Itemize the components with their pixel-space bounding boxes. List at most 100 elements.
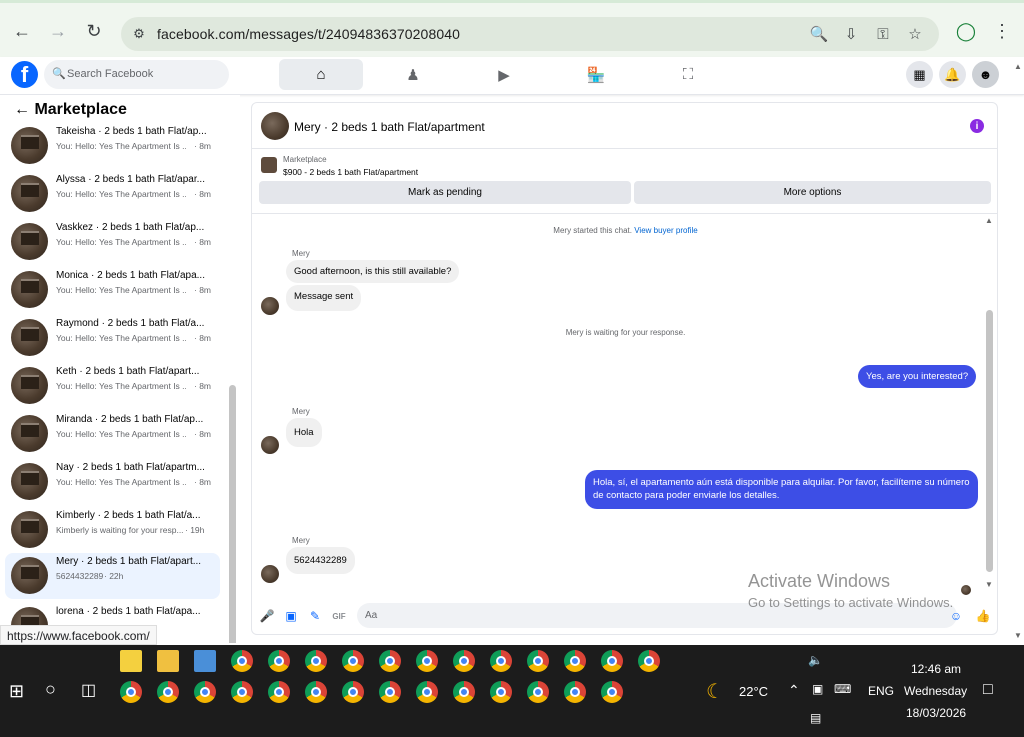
message-bubble[interactable]: 5624432289 bbox=[286, 547, 355, 574]
volume-icon[interactable]: 🔈 bbox=[808, 653, 823, 667]
chrome-icon[interactable] bbox=[490, 650, 512, 672]
chrome-icon[interactable] bbox=[490, 681, 512, 703]
list-item[interactable]: Raymond · 2 beds 1 bath Flat/a... You: He… bbox=[5, 315, 220, 361]
zoom-icon[interactable]: 🔍 bbox=[810, 25, 829, 43]
list-item[interactable]: Keth · 2 beds 1 bath Flat/apart... You: H… bbox=[5, 363, 220, 409]
url-text[interactable]: facebook.com/messages/t/2409483637020804… bbox=[157, 26, 460, 42]
message-bubble[interactable]: Good afternoon, is this still available? bbox=[286, 260, 460, 283]
search-input[interactable]: 🔍 Search Facebook bbox=[44, 60, 229, 89]
chat-title[interactable]: Mery · 2 beds 1 bath Flat/apartment bbox=[294, 120, 485, 134]
chrome-icon[interactable] bbox=[638, 650, 660, 672]
listing-title[interactable]: $900 - 2 beds 1 bath Flat/apartment bbox=[283, 167, 418, 177]
notification-center-icon[interactable]: □ bbox=[983, 681, 993, 699]
tab-watch[interactable]: ▶ bbox=[462, 59, 546, 90]
file-explorer-icon[interactable] bbox=[157, 650, 179, 672]
microphone-icon[interactable]: 🎤 bbox=[259, 608, 275, 624]
clock-date[interactable]: 18/03/2026 bbox=[906, 706, 966, 720]
message-bubble-outgoing[interactable]: Yes, are you interested? bbox=[858, 365, 977, 388]
install-app-icon[interactable]: ⇩ bbox=[842, 25, 860, 43]
weather-temp[interactable]: 22°C bbox=[739, 684, 768, 699]
chrome-icon[interactable] bbox=[601, 650, 623, 672]
account-avatar[interactable]: ☻ bbox=[972, 61, 999, 88]
list-item[interactable]: Kimberly · 2 beds 1 bath Flat/a... Kimber… bbox=[5, 507, 220, 553]
search-circle-icon[interactable]: ○ bbox=[45, 679, 56, 700]
clock-day[interactable]: Wednesday bbox=[904, 684, 967, 698]
clock-time[interactable]: 12:46 am bbox=[911, 662, 961, 676]
facebook-logo[interactable]: f bbox=[11, 61, 38, 88]
scrollbar[interactable] bbox=[229, 385, 236, 643]
site-settings-icon[interactable]: ⚙ bbox=[130, 25, 148, 43]
scrollbar[interactable] bbox=[986, 310, 993, 572]
chrome-icon[interactable] bbox=[268, 681, 290, 703]
sticky-notes-icon[interactable] bbox=[120, 650, 142, 672]
list-item[interactable]: Nay · 2 beds 1 bath Flat/apartm... You: H… bbox=[5, 459, 220, 505]
chrome-icon[interactable] bbox=[601, 681, 623, 703]
chrome-icon[interactable] bbox=[194, 681, 216, 703]
sticker-icon[interactable]: ✎ bbox=[307, 608, 323, 624]
chrome-icon[interactable] bbox=[342, 650, 364, 672]
bookmark-star-icon[interactable]: ☆ bbox=[906, 25, 924, 43]
tab-friends[interactable]: ♟ bbox=[371, 59, 455, 90]
chrome-icon[interactable] bbox=[527, 681, 549, 703]
tab-home[interactable]: ⌂ bbox=[279, 59, 363, 90]
list-item-active[interactable]: Mery · 2 beds 1 bath Flat/apart... 562443… bbox=[5, 553, 220, 599]
avatar[interactable] bbox=[261, 112, 289, 140]
list-item[interactable]: Vaskkez · 2 beds 1 bath Flat/ap... You: H… bbox=[5, 219, 220, 265]
menu-kebab-icon[interactable]: ⋮ bbox=[990, 19, 1014, 43]
view-buyer-profile-link[interactable]: View buyer profile bbox=[634, 226, 697, 235]
profile-icon[interactable]: ◯ bbox=[954, 19, 978, 43]
list-item[interactable]: Monica · 2 beds 1 bath Flat/apa... You: H… bbox=[5, 267, 220, 313]
chrome-icon[interactable] bbox=[527, 650, 549, 672]
network-icon[interactable]: ▤ bbox=[810, 711, 821, 725]
forward-icon[interactable]: → bbox=[46, 19, 70, 43]
menu-grid-icon[interactable]: ▦ bbox=[906, 61, 933, 88]
emoji-icon[interactable]: ☺ bbox=[948, 608, 964, 624]
chrome-icon[interactable] bbox=[120, 681, 142, 703]
more-options-button[interactable]: More options bbox=[634, 181, 991, 204]
list-item[interactable]: Miranda · 2 beds 1 bath Flat/ap... You: H… bbox=[5, 411, 220, 457]
chrome-icon[interactable] bbox=[416, 681, 438, 703]
chrome-icon[interactable] bbox=[342, 681, 364, 703]
photo-icon[interactable]: ▣ bbox=[283, 608, 299, 624]
message-bubble-outgoing[interactable]: Hola, sí, el apartamento aún está dispon… bbox=[585, 470, 978, 509]
back-icon[interactable]: ← bbox=[10, 19, 34, 43]
chrome-icon[interactable] bbox=[305, 681, 327, 703]
list-item[interactable]: Alyssa · 2 beds 1 bath Flat/apar... You: … bbox=[5, 171, 220, 217]
chrome-icon[interactable] bbox=[157, 681, 179, 703]
chrome-icon[interactable] bbox=[379, 650, 401, 672]
reload-icon[interactable]: ↻ bbox=[82, 19, 106, 43]
windows-start-icon[interactable]: ⊞ bbox=[9, 681, 24, 702]
chrome-icon[interactable] bbox=[564, 681, 586, 703]
message-bubble[interactable]: Hola bbox=[286, 418, 322, 447]
paint-icon[interactable] bbox=[194, 650, 216, 672]
mark-as-pending-button[interactable]: Mark as pending bbox=[259, 181, 631, 204]
gif-icon[interactable]: GIF bbox=[331, 608, 347, 624]
keyboard-icon[interactable]: ⌨ bbox=[834, 682, 851, 696]
info-icon[interactable]: i bbox=[970, 119, 984, 133]
tab-gaming[interactable]: ⛶ bbox=[646, 59, 730, 90]
tab-marketplace[interactable]: 🏪 bbox=[554, 59, 638, 90]
chrome-icon[interactable] bbox=[564, 650, 586, 672]
address-bar[interactable]: ⚙ facebook.com/messages/t/24094836370208… bbox=[121, 17, 939, 51]
back-arrow-icon[interactable]: ← bbox=[14, 101, 34, 118]
page-scroll-down-icon[interactable]: ▼ bbox=[1014, 631, 1022, 640]
page-scroll-up-icon[interactable]: ▲ bbox=[1014, 62, 1022, 71]
chrome-icon[interactable] bbox=[231, 681, 253, 703]
chrome-icon[interactable] bbox=[416, 650, 438, 672]
like-icon[interactable]: 👍 bbox=[975, 608, 991, 624]
chrome-icon[interactable] bbox=[453, 650, 475, 672]
chrome-icon[interactable] bbox=[268, 650, 290, 672]
weather-icon[interactable]: ☾ bbox=[706, 679, 724, 704]
message-bubble[interactable]: Message sent bbox=[286, 285, 362, 311]
chrome-icon[interactable] bbox=[231, 650, 253, 672]
key-icon[interactable]: ⚿ bbox=[874, 25, 892, 43]
task-view-icon[interactable]: ◫ bbox=[81, 680, 96, 700]
language-indicator[interactable]: ENG bbox=[868, 684, 894, 698]
chrome-icon[interactable] bbox=[453, 681, 475, 703]
scroll-down-arrow-icon[interactable]: ▼ bbox=[985, 580, 993, 589]
notifications-icon[interactable]: 🔔 bbox=[939, 61, 966, 88]
chrome-icon[interactable] bbox=[305, 650, 327, 672]
camera-icon[interactable]: ▣ bbox=[812, 682, 823, 696]
list-item[interactable]: Takeisha · 2 beds 1 bath Flat/ap... You: … bbox=[5, 123, 220, 169]
scroll-up-arrow-icon[interactable]: ▲ bbox=[985, 216, 993, 225]
